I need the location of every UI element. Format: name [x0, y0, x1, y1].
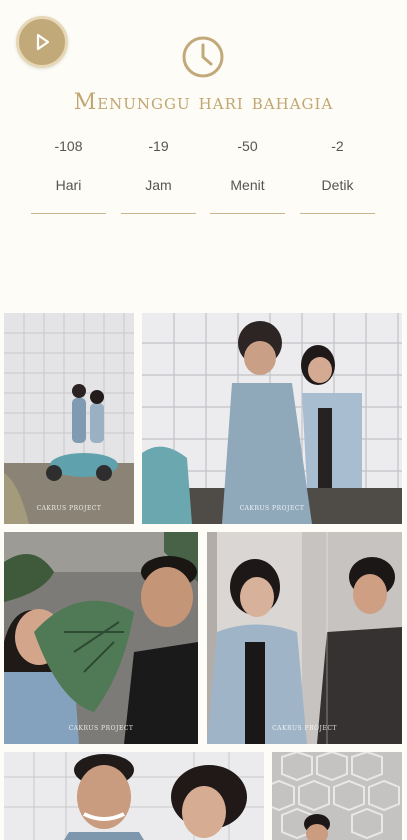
countdown-days: -108 Hari [31, 134, 106, 214]
gallery-photo-5[interactable] [4, 752, 264, 840]
countdown-divider [210, 213, 285, 214]
countdown-minutes: -50 Menit [210, 134, 285, 214]
gallery-photo-1[interactable]: CAKRUS PROJECT [4, 313, 134, 524]
countdown-divider [300, 213, 375, 214]
watermark: CAKRUS PROJECT [272, 725, 337, 732]
countdown-title: Menunggu hari bahagia [73, 90, 334, 115]
countdown-minutes-value: -50 [237, 138, 258, 154]
countdown-timer: -108 Hari -19 Jam -50 Menit -2 Detik [0, 134, 407, 218]
countdown-days-value: -108 [54, 138, 83, 154]
countdown-hours-label: Jam [145, 177, 172, 193]
countdown-minutes-label: Menit [230, 177, 265, 193]
watermark: CAKRUS PROJECT [239, 505, 305, 512]
gallery-photo-6[interactable] [272, 752, 402, 840]
watermark: CAKRUS PROJECT [68, 725, 134, 732]
countdown-seconds-label: Detik [321, 177, 354, 193]
countdown-divider [31, 213, 106, 214]
clock-icon [182, 36, 224, 78]
countdown-hours: -19 Jam [121, 134, 196, 214]
watermark: CAKRUS PROJECT [36, 505, 102, 512]
music-play-button[interactable] [16, 16, 68, 68]
countdown-seconds-value: -2 [331, 138, 344, 154]
play-icon [36, 33, 50, 51]
gallery-photo-2[interactable]: CAKRUS PROJECT [142, 313, 402, 524]
countdown-divider [121, 213, 196, 214]
gallery-photo-4[interactable]: CAKRUS PROJECT [207, 532, 402, 744]
countdown-days-label: Hari [55, 177, 82, 193]
countdown-seconds: -2 Detik [300, 134, 375, 214]
gallery-photo-3[interactable]: CAKRUS PROJECT [4, 532, 198, 744]
countdown-hours-value: -19 [148, 138, 169, 154]
